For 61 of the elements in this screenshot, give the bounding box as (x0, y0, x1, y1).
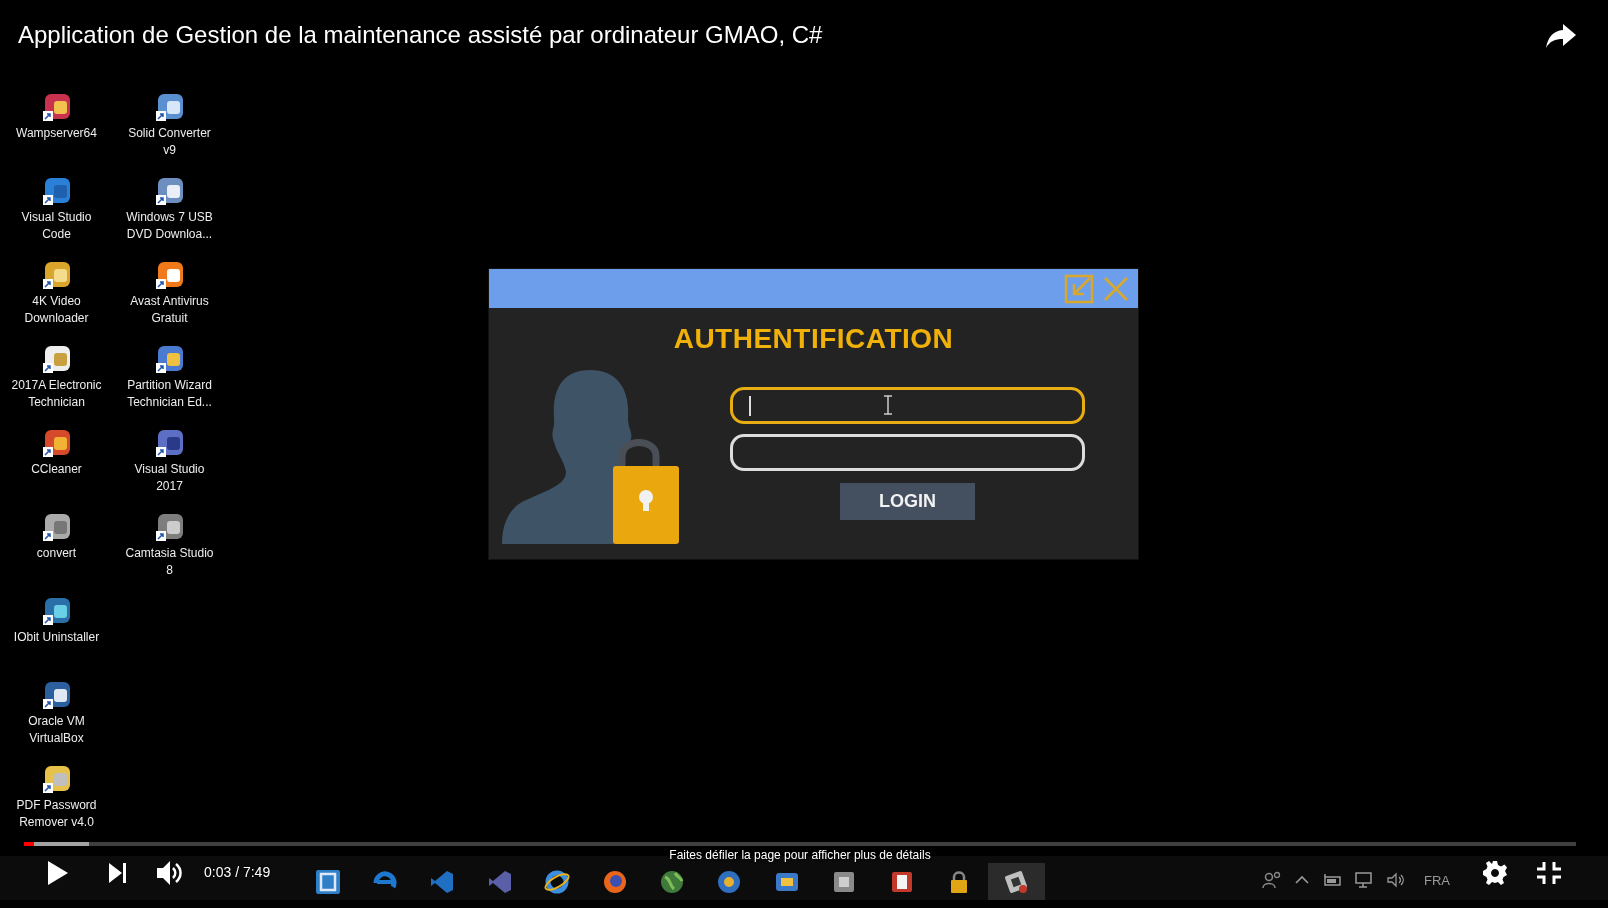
app-shortcut-icon[interactable] (41, 92, 72, 122)
window-frame-icon[interactable] (314, 868, 341, 895)
dialog-heading: AUTHENTIFICATION (672, 322, 955, 356)
app-shortcut-icon[interactable] (154, 176, 185, 206)
app-shortcut-icon[interactable] (154, 344, 185, 374)
input-field[interactable] (730, 434, 1085, 471)
battery-icon[interactable] (1322, 872, 1342, 888)
icon-label[interactable]: Avast Antivirus Gratuit (121, 293, 218, 327)
app-shortcut-icon[interactable] (154, 260, 185, 290)
app-shortcut-icon[interactable] (41, 176, 72, 206)
exit-fullscreen-icon[interactable] (1536, 861, 1562, 885)
icon-label[interactable]: Visual Studio Code (8, 209, 105, 243)
app-shortcut-icon[interactable] (41, 596, 72, 626)
people-icon[interactable] (1262, 870, 1282, 890)
video-time: 0:03 / 7:49 (204, 864, 271, 880)
login-button[interactable]: LOGIN (840, 483, 975, 520)
person-silhouette-icon (502, 370, 632, 544)
app-shortcut-icon[interactable] (41, 428, 72, 458)
video-title[interactable]: Application de Gestion de la maintenance assisté par ordinateur GMAO, C# (18, 20, 823, 50)
icon-label[interactable]: Partition Wizard Technician Ed... (121, 377, 218, 411)
app-shortcut-icon[interactable] (41, 344, 72, 374)
icon-label[interactable]: Oracle VM VirtualBox (8, 713, 105, 747)
icon-label[interactable]: Solid Converter v9 (121, 125, 218, 159)
app-shortcut-icon[interactable] (41, 680, 72, 710)
app-shortcut-icon[interactable] (41, 764, 72, 794)
code-editor-icon[interactable] (429, 868, 456, 895)
icon-label[interactable]: Visual Studio 2017 (121, 461, 218, 495)
network-icon[interactable] (1354, 871, 1374, 889)
app-shortcut-icon[interactable] (154, 428, 185, 458)
taskbar-button[interactable] (987, 863, 1046, 900)
icon-label[interactable]: Windows 7 USB DVD Downloa... (121, 209, 218, 243)
app-shortcut-icon[interactable] (41, 260, 72, 290)
volume-icon[interactable] (156, 860, 184, 886)
progress-track[interactable] (24, 842, 1576, 846)
share-icon[interactable] (1545, 22, 1577, 50)
icon-label[interactable]: 2017A Electronic Technician (8, 377, 105, 411)
play-icon[interactable] (47, 860, 69, 886)
fox-browser-icon[interactable] (601, 868, 628, 895)
i-beam-cursor-icon (883, 395, 893, 415)
scroll-hint: Faites défiler la page pour afficher plus de détails (668, 849, 932, 862)
padlock-icon (613, 439, 679, 544)
app-shortcut-icon[interactable] (154, 512, 185, 542)
app-shortcut-icon[interactable] (41, 512, 72, 542)
settings-icon[interactable] (1482, 860, 1508, 886)
text-caret (749, 396, 751, 416)
icon-label[interactable]: IObit Uninstaller (8, 629, 105, 646)
icon-label[interactable]: Wampserver64 (8, 125, 105, 142)
input-field[interactable] (730, 387, 1085, 424)
code-editor-icon[interactable] (486, 868, 513, 895)
icon-label[interactable]: PDF Password Remover v4.0 (8, 797, 105, 831)
icon-label[interactable]: CCleaner (8, 461, 105, 478)
icon-label[interactable]: convert (8, 545, 105, 562)
icon-label[interactable]: Camtasia Studio 8 (121, 545, 218, 579)
globe-icon[interactable] (659, 868, 686, 895)
language-indicator[interactable]: FRA (1424, 872, 1450, 888)
speaker-icon[interactable] (1386, 871, 1406, 889)
skip-next-icon[interactable] (108, 862, 128, 884)
browser-icon[interactable] (544, 868, 571, 895)
app-shortcut-icon[interactable] (154, 92, 185, 122)
icon-label[interactable]: 4K Video Downloader (8, 293, 105, 327)
app-icon[interactable] (716, 868, 743, 895)
